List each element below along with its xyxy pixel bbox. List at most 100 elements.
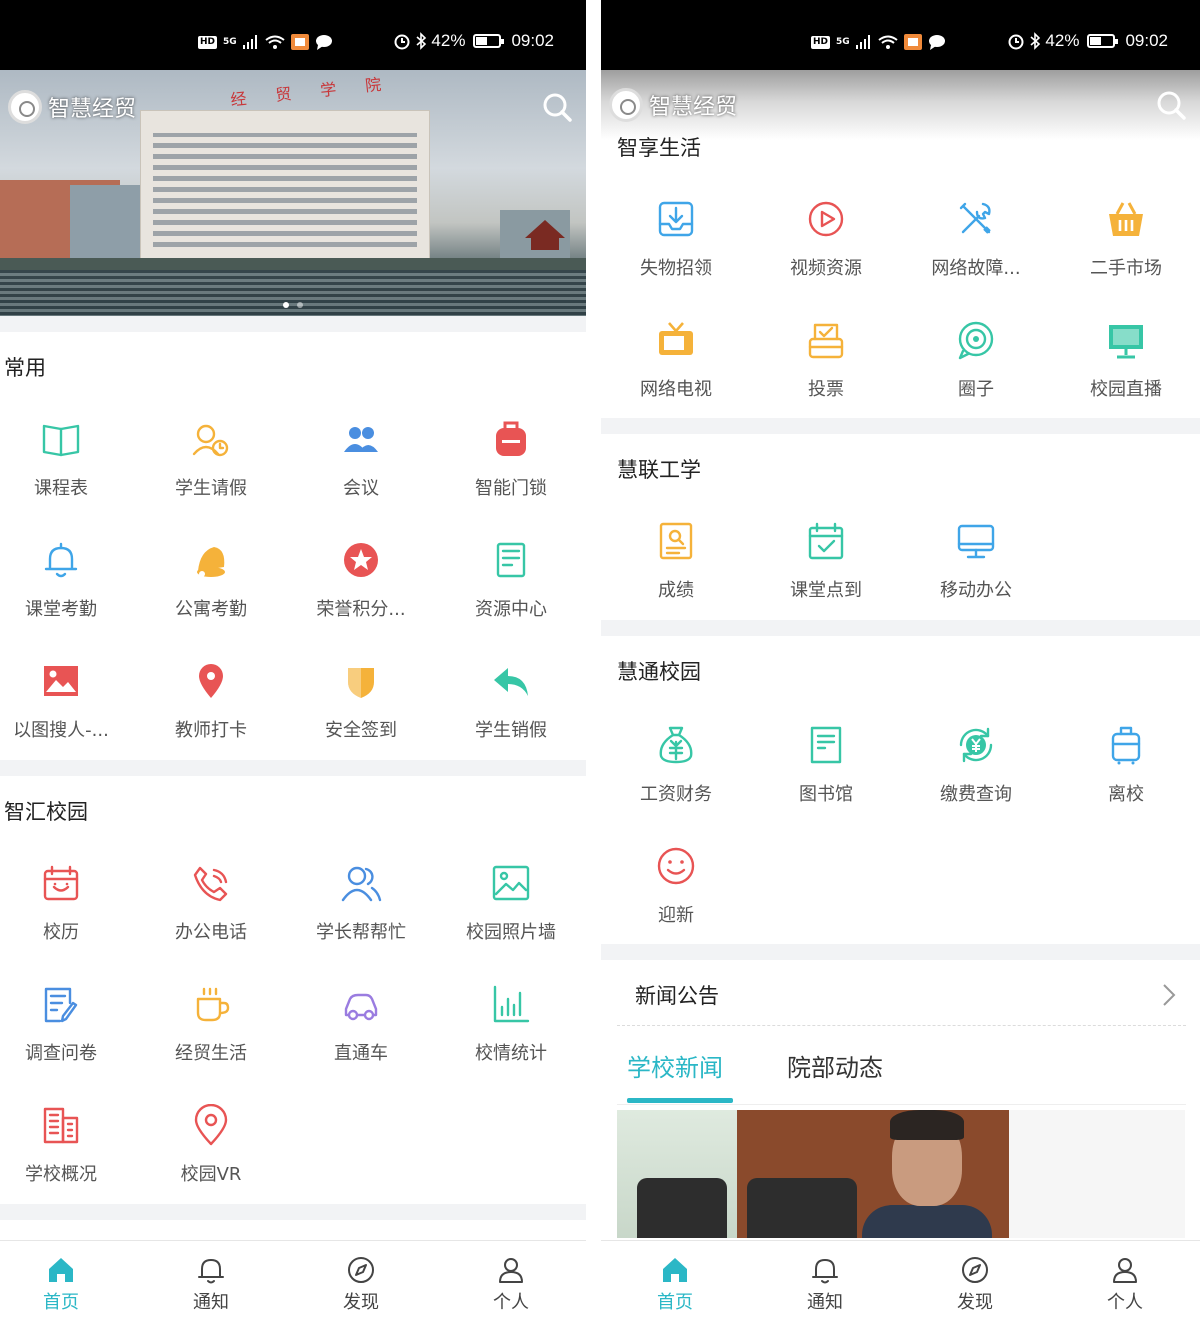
app-tile-label: 校园直播 [1090, 379, 1162, 400]
app-tile[interactable]: 投票 [753, 319, 899, 419]
coffee-icon [196, 987, 230, 1022]
chevron-right-icon[interactable] [1160, 982, 1178, 1008]
tab-compass[interactable]: 发现 [311, 1255, 411, 1314]
battery-icon [1087, 34, 1119, 48]
app-tile[interactable]: 课堂点到 [753, 520, 899, 620]
tab-label: 发现 [343, 1292, 379, 1313]
app-tile[interactable]: 移动办公 [903, 520, 1049, 620]
app-tile[interactable]: 直通车 [288, 983, 434, 1083]
app-tile[interactable]: 课程表 [0, 418, 134, 518]
app-tile[interactable]: 会议 [288, 418, 434, 518]
carousel-dot[interactable] [283, 302, 289, 308]
app-tile-label: 离校 [1108, 784, 1144, 805]
app-tile[interactable]: 学生销假 [438, 660, 584, 760]
app-tile[interactable]: 二手市场 [1053, 198, 1199, 298]
app-tile-label: 学校概况 [25, 1164, 97, 1185]
tab-bell-outline[interactable]: 通知 [161, 1255, 261, 1314]
app-tile[interactable]: 迎新 [603, 845, 749, 945]
report-icon [659, 522, 693, 560]
app-tile[interactable]: 视频资源 [753, 198, 899, 298]
news-header[interactable]: 新闻公告 [617, 966, 1186, 1026]
app-title: 智慧经贸 [48, 97, 137, 122]
hd-icon: HD [198, 35, 218, 49]
app-tile[interactable]: 缴费查询 [903, 724, 1049, 824]
tab-home[interactable]: 首页 [11, 1255, 111, 1314]
photo-chair [637, 1178, 727, 1238]
app-tile[interactable]: 荣誉积分... [288, 539, 434, 639]
tab-department-news[interactable]: 院部动态 [787, 1048, 883, 1083]
app-tile[interactable]: 校园直播 [1053, 319, 1199, 419]
app-tile[interactable]: 办公电话 [138, 862, 284, 962]
section-title-common: 常用 [4, 356, 46, 380]
app-tile-label: 圈子 [958, 379, 994, 400]
app-tile-label: 学生销假 [475, 720, 547, 741]
tab-bell-outline[interactable]: 通知 [775, 1255, 875, 1314]
bell-icon [44, 542, 78, 578]
app-tile[interactable]: 课堂考勤 [0, 539, 134, 639]
app-tile[interactable]: 圈子 [903, 319, 1049, 419]
app-tile[interactable]: 网络故障... [903, 198, 1049, 298]
yuan-refresh-icon [959, 727, 993, 763]
app-tile-label: 缴费查询 [940, 784, 1012, 805]
user-icon [1113, 1258, 1137, 1283]
calendar-icon [43, 865, 79, 901]
message-icon [315, 35, 332, 50]
news-thumbnail[interactable] [617, 1110, 1185, 1238]
star-badge-icon [344, 543, 378, 577]
tab-compass[interactable]: 发现 [925, 1255, 1025, 1314]
search-icon[interactable] [1154, 88, 1188, 122]
app-tile[interactable]: 学校概况 [0, 1104, 134, 1204]
section-title-connect: 慧通校园 [617, 660, 701, 684]
app-notification-icon [903, 34, 922, 50]
app-tile-label: 视频资源 [790, 258, 862, 279]
people-icon [344, 427, 378, 452]
app-tile-label: 网络故障... [931, 258, 1021, 279]
tab-label: 首页 [43, 1292, 79, 1313]
app-tile-label: 公寓考勤 [175, 599, 247, 620]
app-tile[interactable]: 安全签到 [288, 660, 434, 760]
app-tile[interactable]: 离校 [1053, 724, 1199, 824]
app-tile[interactable]: 失物招领 [603, 198, 749, 298]
common-apps-grid: 课程表 学生请假 会议 智能门锁课堂考勤 公寓考勤 荣誉积分... 资源中心以图搜人-...… [0, 418, 586, 758]
app-tile-label: 校园照片墙 [466, 922, 556, 943]
app-tile[interactable]: 学生请假 [138, 418, 284, 518]
image-icon [44, 666, 78, 696]
app-tile[interactable]: 校历 [0, 862, 134, 962]
users-icon [341, 866, 382, 902]
app-tile[interactable]: 校园VR [138, 1104, 284, 1204]
tab-user[interactable]: 个人 [1075, 1255, 1175, 1314]
app-tile[interactable]: 校情统计 [438, 983, 584, 1083]
app-tile[interactable]: 调查问卷 [0, 983, 134, 1083]
app-tile[interactable]: 网络电视 [603, 319, 749, 419]
status-icons-right: 42% 09:02 [393, 31, 554, 51]
wifi-icon [878, 35, 898, 49]
carousel-dot[interactable] [297, 302, 303, 308]
app-tile[interactable]: 学长帮帮忙 [288, 862, 434, 962]
campus-apps-grid: 校历 办公电话 学长帮帮忙 校园照片墙调查问卷 经贸生活 直通车 校情统计学校概况 校园VR [0, 862, 586, 1202]
photo-icon [492, 865, 530, 901]
tab-home[interactable]: 首页 [625, 1255, 725, 1314]
tab-user[interactable]: 个人 [461, 1255, 561, 1314]
signal-icon [855, 35, 870, 49]
hero-banner-carousel[interactable]: 经 贸 学 院 智慧经贸 [0, 70, 586, 316]
section-divider [601, 418, 1200, 434]
news-tabs: 学校新闻 院部动态 [617, 1030, 1186, 1105]
app-tile-label: 图书馆 [799, 784, 853, 805]
map-pin-icon [194, 1104, 228, 1146]
tab-label: 个人 [493, 1292, 529, 1313]
app-tile[interactable]: 校园照片墙 [438, 862, 584, 962]
app-tile[interactable]: 以图搜人-... [0, 660, 134, 760]
app-tile[interactable]: 公寓考勤 [138, 539, 284, 639]
app-tile[interactable]: 资源中心 [438, 539, 584, 639]
app-tile[interactable]: 成绩 [603, 520, 749, 620]
app-tile[interactable]: 工资财务 [603, 724, 749, 824]
app-tile[interactable]: 教师打卡 [138, 660, 284, 760]
tab-school-news[interactable]: 学校新闻 [627, 1048, 723, 1083]
app-tile[interactable]: 图书馆 [753, 724, 899, 824]
bluetooth-icon [1030, 32, 1041, 50]
active-tab-indicator [627, 1098, 733, 1103]
search-icon[interactable] [540, 90, 574, 124]
app-tile[interactable]: 经贸生活 [138, 983, 284, 1083]
desktop-icon [957, 524, 995, 559]
app-tile[interactable]: 智能门锁 [438, 418, 584, 518]
